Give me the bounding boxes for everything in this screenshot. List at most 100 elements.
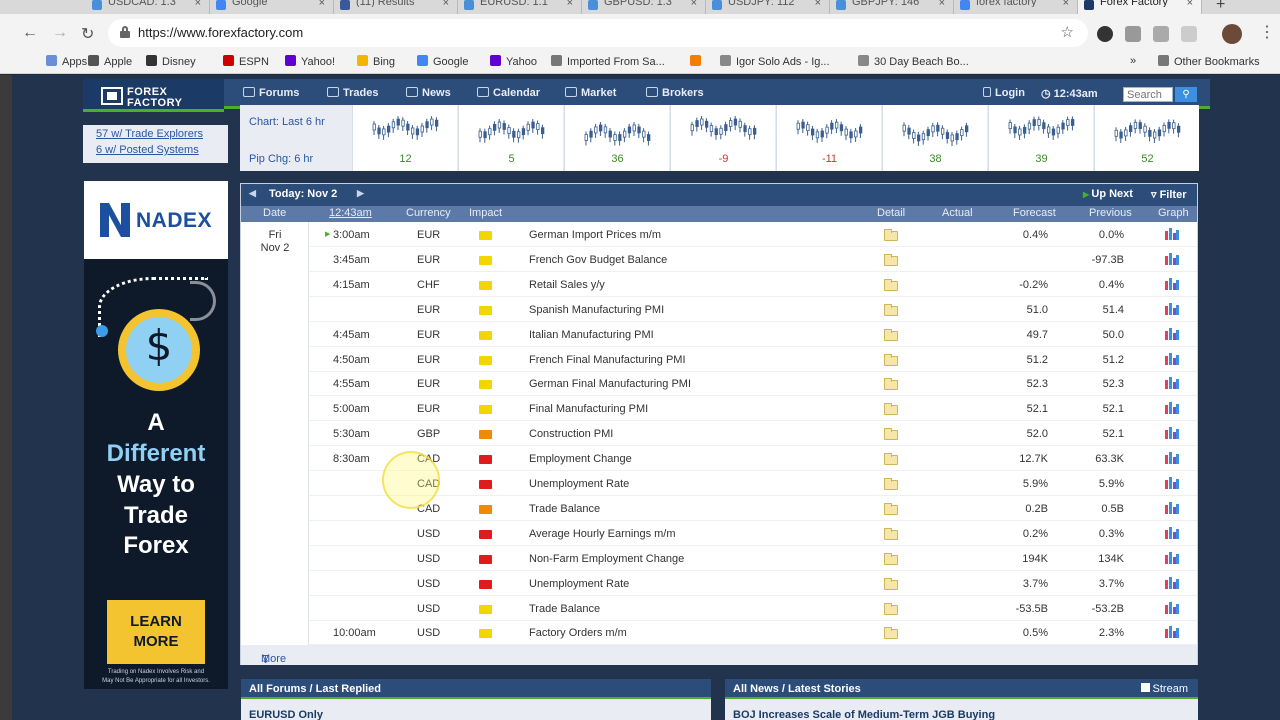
graph-icon[interactable] [1165, 576, 1179, 589]
browser-tab[interactable]: GBPUSD: 1.3 × [582, 0, 706, 14]
detail-folder-icon[interactable] [884, 303, 898, 316]
impact-folder-icon[interactable] [479, 430, 492, 440]
forward-icon[interactable]: → [52, 24, 68, 42]
nav-trades[interactable]: Trades [327, 87, 378, 99]
forum-thread-link[interactable]: EURUSD Only [249, 709, 323, 720]
detail-folder-icon[interactable] [884, 253, 898, 266]
graph-icon[interactable] [1165, 551, 1179, 564]
bookmark-item[interactable]: Yahoo! [285, 55, 335, 68]
site-clock[interactable]: ◷ 12:43am [1041, 87, 1098, 100]
calendar-row[interactable]: CAD Unemployment Rate 5.9% 5.9% [309, 471, 1197, 496]
bookmark-item[interactable]: Imported From Sa... [551, 55, 665, 68]
bookmark-item[interactable] [690, 55, 706, 68]
calendar-row[interactable]: USD Average Hourly Earnings m/m 0.2% 0.3% [309, 521, 1197, 546]
bookmark-star-icon[interactable]: ☆ [1061, 23, 1074, 41]
pip-change-label[interactable]: Pip Chg: 6 hr [249, 153, 313, 165]
detail-folder-icon[interactable] [884, 627, 898, 640]
extension-icon[interactable] [1125, 26, 1141, 42]
nav-news[interactable]: News [406, 87, 451, 99]
graph-icon[interactable] [1165, 352, 1179, 365]
graph-icon[interactable] [1165, 228, 1179, 240]
mini-chart[interactable]: -11 [776, 105, 881, 171]
sidebar-link-posted-systems[interactable]: 6 w/ Posted Systems [96, 144, 199, 156]
forums-panel-title[interactable]: All Forums / Last Replied [249, 683, 381, 695]
impact-folder-icon[interactable] [479, 330, 492, 340]
sidebar-link-trade-explorers[interactable]: 57 w/ Trade Explorers [96, 128, 203, 140]
close-tab-icon[interactable]: × [939, 0, 945, 9]
calendar-row[interactable]: 3:45am EUR French Gov Budget Balance -97.3B [309, 247, 1197, 272]
browser-tab[interactable]: Google × [210, 0, 334, 14]
graph-icon[interactable] [1165, 327, 1179, 340]
close-tab-icon[interactable]: × [1063, 0, 1069, 9]
graph-icon[interactable] [1165, 377, 1179, 390]
impact-folder-icon[interactable] [479, 355, 492, 365]
calendar-row[interactable]: 4:55am EUR German Final Manufacturing PMI 5… [309, 371, 1197, 397]
close-tab-icon[interactable]: × [443, 0, 449, 9]
extension-icon[interactable] [1097, 26, 1113, 42]
graph-icon[interactable] [1165, 452, 1179, 465]
calendar-row[interactable]: 4:15am CHF Retail Sales y/y -0.2% 0.4% [309, 272, 1197, 297]
detail-folder-icon[interactable] [884, 577, 898, 590]
mini-chart[interactable]: 36 [564, 105, 669, 171]
bookmark-item[interactable]: Yahoo [490, 55, 537, 68]
browser-tab[interactable]: USDCAD: 1.3 × [86, 0, 210, 14]
filter-button[interactable]: ▿ Filter [1151, 188, 1186, 201]
impact-folder-icon[interactable] [479, 554, 492, 564]
impact-folder-icon[interactable] [479, 255, 492, 265]
news-story-link[interactable]: BOJ Increases Scale of Medium-Term JGB B… [733, 709, 995, 720]
mini-chart[interactable]: 38 [882, 105, 987, 171]
browser-tab[interactable]: EURUSD: 1.1 × [458, 0, 582, 14]
mini-chart[interactable]: 12 [352, 105, 457, 171]
graph-icon[interactable] [1165, 626, 1179, 639]
graph-icon[interactable] [1165, 501, 1179, 514]
graph-icon[interactable] [1165, 277, 1179, 290]
bookmark-item[interactable]: Apple [88, 55, 132, 68]
impact-folder-icon[interactable] [479, 405, 492, 415]
mini-chart[interactable]: 39 [988, 105, 1093, 171]
graph-icon[interactable] [1165, 427, 1179, 440]
mini-chart[interactable]: 52 [1094, 105, 1199, 171]
impact-folder-icon[interactable] [479, 604, 492, 614]
close-tab-icon[interactable]: × [815, 0, 821, 9]
detail-folder-icon[interactable] [884, 328, 898, 341]
browser-tab[interactable]: Forex Factory × [1078, 0, 1202, 14]
search-icon[interactable]: ⚲ [1175, 87, 1197, 102]
url-text[interactable]: https://www.forexfactory.com [138, 25, 303, 40]
bookmark-item[interactable]: Apps [46, 55, 87, 68]
bookmark-item[interactable]: Google [417, 55, 468, 68]
nav-market[interactable]: Market [565, 87, 616, 99]
graph-icon[interactable] [1165, 477, 1179, 489]
mini-chart[interactable]: -9 [670, 105, 775, 171]
calendar-row[interactable]: USD Unemployment Rate 3.7% 3.7% [309, 571, 1197, 596]
browser-tab[interactable]: forex factory × [954, 0, 1078, 14]
impact-folder-icon[interactable] [479, 579, 492, 589]
graph-icon[interactable] [1165, 526, 1179, 539]
mini-chart[interactable]: 5 [458, 105, 563, 171]
bookmark-item[interactable]: Bing [357, 55, 395, 68]
other-bookmarks[interactable]: Other Bookmarks [1158, 55, 1260, 68]
bookmark-item[interactable]: Igor Solo Ads - Ig... [720, 55, 830, 68]
impact-folder-icon[interactable] [479, 480, 492, 489]
checkbox[interactable] [1140, 683, 1150, 692]
impact-folder-icon[interactable] [479, 455, 492, 465]
browser-tab[interactable]: (11) Results × [334, 0, 458, 14]
calendar-more-link[interactable]: ↧ More [241, 645, 1197, 666]
calendar-row[interactable]: EUR Spanish Manufacturing PMI 51.0 51.4 [309, 297, 1197, 322]
close-tab-icon[interactable]: × [195, 0, 201, 9]
detail-folder-icon[interactable] [884, 428, 898, 441]
col-time[interactable]: 12:43am [329, 207, 372, 219]
detail-folder-icon[interactable] [884, 378, 898, 391]
bookmark-item[interactable]: ESPN [223, 55, 269, 68]
calendar-today[interactable]: Today: Nov 2 [269, 188, 337, 200]
site-logo[interactable]: FOREX FACTORY [83, 79, 224, 112]
nav-brokers[interactable]: Brokers [646, 87, 704, 99]
impact-folder-icon[interactable] [479, 380, 492, 390]
calendar-row[interactable]: CAD Trade Balance 0.2B 0.5B [309, 496, 1197, 521]
graph-icon[interactable] [1165, 252, 1179, 265]
calendar-row[interactable]: 4:50am EUR French Final Manufacturing PMI 5… [309, 347, 1197, 372]
graph-icon[interactable] [1165, 402, 1179, 415]
calendar-row[interactable]: ▶ 3:00am EUR German Import Prices m/m 0.4% 0.… [309, 222, 1197, 247]
profile-avatar[interactable] [1222, 24, 1242, 44]
reload-icon[interactable]: ↻ [81, 24, 94, 44]
facebook-extension-icon[interactable] [1153, 26, 1169, 42]
